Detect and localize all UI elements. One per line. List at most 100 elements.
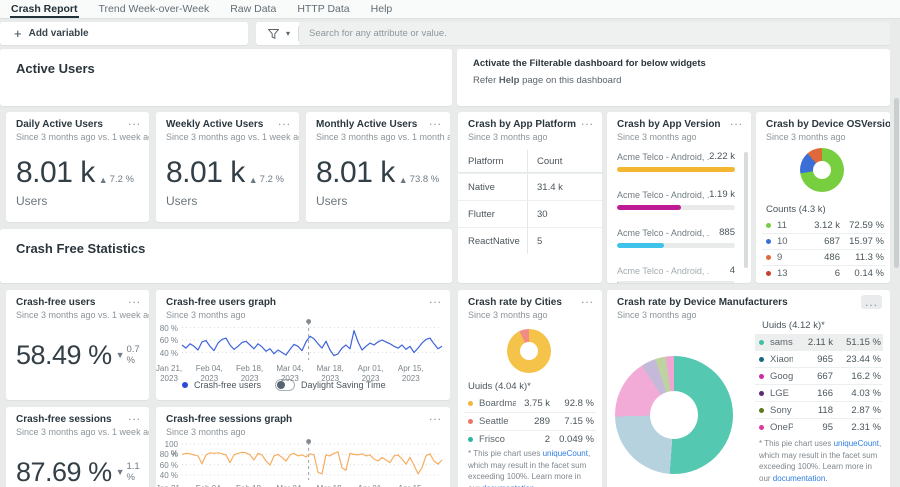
legend-row[interactable]: Seattle 289 7.15 % xyxy=(464,412,596,430)
bar-track xyxy=(617,242,735,248)
legend-row[interactable]: LGE 166 4.03 % xyxy=(755,384,883,401)
uniquecount-link[interactable]: uniqueCount xyxy=(834,439,879,448)
legend-value: 6 xyxy=(834,268,840,279)
documentation-link[interactable]: documentation. xyxy=(773,474,828,483)
y-axis-label: 40 % xyxy=(159,470,178,480)
legend-value: 166 xyxy=(817,387,833,399)
widget-menu-button[interactable]: ... xyxy=(869,114,882,128)
legend-dot xyxy=(759,356,764,362)
widget-menu-button[interactable]: ... xyxy=(860,295,882,309)
info-banner: Activate the Filterable dashboard for be… xyxy=(457,49,890,106)
widget-menu-button[interactable]: ... xyxy=(128,114,141,128)
uniquecount-link[interactable]: uniqueCount xyxy=(543,449,588,458)
widget-menu-button[interactable]: ... xyxy=(128,409,141,423)
legend-label: Seattle xyxy=(479,416,509,427)
series-dot[interactable] xyxy=(182,382,188,388)
add-variable-button[interactable]: + Add variable xyxy=(0,22,248,45)
legend-value: 3.75 k xyxy=(524,398,550,409)
pie-footnote: * This pie chart uses uniqueCount, which… xyxy=(759,439,882,483)
widget-menu-button[interactable]: ... xyxy=(429,114,442,128)
page-scrollbar[interactable] xyxy=(894,98,899,268)
legend-row[interactable]: Sony 118 2.87 % xyxy=(755,401,883,418)
widget-scrollbar[interactable] xyxy=(744,152,748,268)
legend-percent: 2.87 % xyxy=(851,404,881,416)
legend-row[interactable]: 10 687 15.97 % xyxy=(762,233,886,249)
osversion-donut-chart[interactable] xyxy=(800,148,844,192)
widget-subtitle: Since 3 months ago xyxy=(617,310,697,320)
filter-menu-button[interactable]: ▾ xyxy=(256,28,298,39)
widget-subtitle: Since 3 months ago vs. 1 week ago xyxy=(16,132,149,142)
legend-percent: 2.31 % xyxy=(851,421,881,433)
filter-bar: ▾ xyxy=(256,22,890,45)
widget-title: Crash rate by Device Manufacturers xyxy=(617,297,788,308)
annotation-marker[interactable] xyxy=(306,319,312,324)
y-axis-label: 80 % xyxy=(159,450,178,460)
section-title: Crash Free Statistics xyxy=(16,241,146,256)
tab-trend-week-over-week[interactable]: Trend Week-over-Week xyxy=(98,0,211,18)
widget-title: Crash-free users xyxy=(16,297,96,308)
bar-track xyxy=(617,280,735,283)
metric-delta: ▲ 7.2 % xyxy=(248,174,284,185)
bar-row[interactable]: Acme Telco - Android, ... 885 xyxy=(617,227,735,248)
x-axis-label: Feb 18, 2023 xyxy=(236,364,264,383)
legend-row[interactable]: OnePlus 95 2.31 % xyxy=(755,418,883,435)
cell-platform: Native xyxy=(468,181,495,193)
tab-crash-report[interactable]: Crash Report xyxy=(10,0,79,18)
tab-bar: Crash Report Trend Week-over-Week Raw Data… xyxy=(0,0,900,19)
widget-menu-button[interactable]: ... xyxy=(128,292,141,306)
legend-value: 667 xyxy=(817,370,833,382)
legend-dot xyxy=(759,407,764,413)
cities-donut-chart[interactable] xyxy=(507,329,551,373)
platform-table: Platform Count Native 31.4 k Flutter 30 ReactN… xyxy=(458,150,602,254)
widget-title: Crash by App Platform xyxy=(468,119,576,130)
legend-row[interactable]: Frisco 2 0.049 % xyxy=(464,430,596,448)
legend-value: 2.11 k xyxy=(807,336,833,348)
legend-row[interactable]: Xiaomi 965 23.44 % xyxy=(755,350,883,367)
bar-track xyxy=(617,204,735,210)
widget-subtitle: Since 3 months ago xyxy=(766,132,846,142)
legend-row[interactable]: Google 667 16.2 % xyxy=(755,367,883,384)
legend-row[interactable]: Boardman 3.75 k 92.8 % xyxy=(464,395,596,412)
metric-delta: ▼ 1.1 % xyxy=(115,461,140,483)
metric-value: 87.69 % xyxy=(16,457,112,487)
tab-help[interactable]: Help xyxy=(370,0,394,18)
widget-subtitle: Since 3 months ago vs. 1 week ago xyxy=(16,310,149,320)
table-row[interactable]: ReactNative 5 xyxy=(458,227,602,254)
bar-row[interactable]: Acme Telco - Android, ... 1.19 k xyxy=(617,189,735,210)
tab-http-data[interactable]: HTTP Data xyxy=(296,0,350,18)
legend-row[interactable]: 13 6 0.14 % xyxy=(762,265,886,281)
table-header-row: Platform Count xyxy=(458,150,602,173)
x-axis-label: Jan 21, 2023 xyxy=(156,364,183,383)
annotation-marker[interactable] xyxy=(306,439,312,444)
table-row[interactable]: Native 31.4 k xyxy=(458,173,602,200)
widget-menu-button[interactable]: ... xyxy=(581,114,594,128)
widget-crash-by-app-version: Crash by App Version ... Since 3 months … xyxy=(607,112,751,283)
bar-row[interactable]: Acme Telco - Android, ... 4 xyxy=(617,265,735,283)
manufacturers-donut-chart[interactable] xyxy=(615,356,733,474)
bar-value: 1.19 k xyxy=(709,189,735,200)
legend-title: Uuids (4.12 k)* xyxy=(762,320,825,331)
legend-row[interactable]: 9 486 11.3 % xyxy=(762,249,886,265)
widget-menu-button[interactable]: ... xyxy=(278,114,291,128)
legend-row[interactable]: 11 3.12 k 72.59 % xyxy=(762,218,886,233)
widget-menu-button[interactable]: ... xyxy=(730,114,743,128)
legend-dot xyxy=(766,239,771,244)
widget-monthly-active-users: Monthly Active Users ... Since 3 months … xyxy=(306,112,450,222)
section-crash-free: Crash Free Statistics xyxy=(0,229,452,283)
legend-value: 118 xyxy=(817,404,833,416)
widget-title: Daily Active Users xyxy=(16,119,103,130)
widget-crash-by-device-osversion: Crash by Device OSVersion ... Since 3 mo… xyxy=(756,112,890,283)
legend-label: 13 xyxy=(777,268,788,279)
legend-percent: 15.97 % xyxy=(849,236,884,247)
table-row[interactable]: Flutter 30 xyxy=(458,200,602,227)
bar-label: Acme Telco - Android, ... xyxy=(617,152,709,162)
legend-row[interactable]: samsung 2.11 k 51.15 % xyxy=(755,334,883,350)
search-input[interactable] xyxy=(299,27,843,40)
widget-menu-button[interactable]: ... xyxy=(581,292,594,306)
bar-row[interactable]: Acme Telco - Android, ... 2.22 k xyxy=(617,151,735,172)
metric-value: 8.01 k xyxy=(166,156,245,189)
arrow-up-icon: ▲ xyxy=(98,174,108,185)
tab-raw-data[interactable]: Raw Data xyxy=(229,0,277,18)
arrow-up-icon: ▲ xyxy=(248,174,258,185)
search-zone xyxy=(299,22,890,45)
